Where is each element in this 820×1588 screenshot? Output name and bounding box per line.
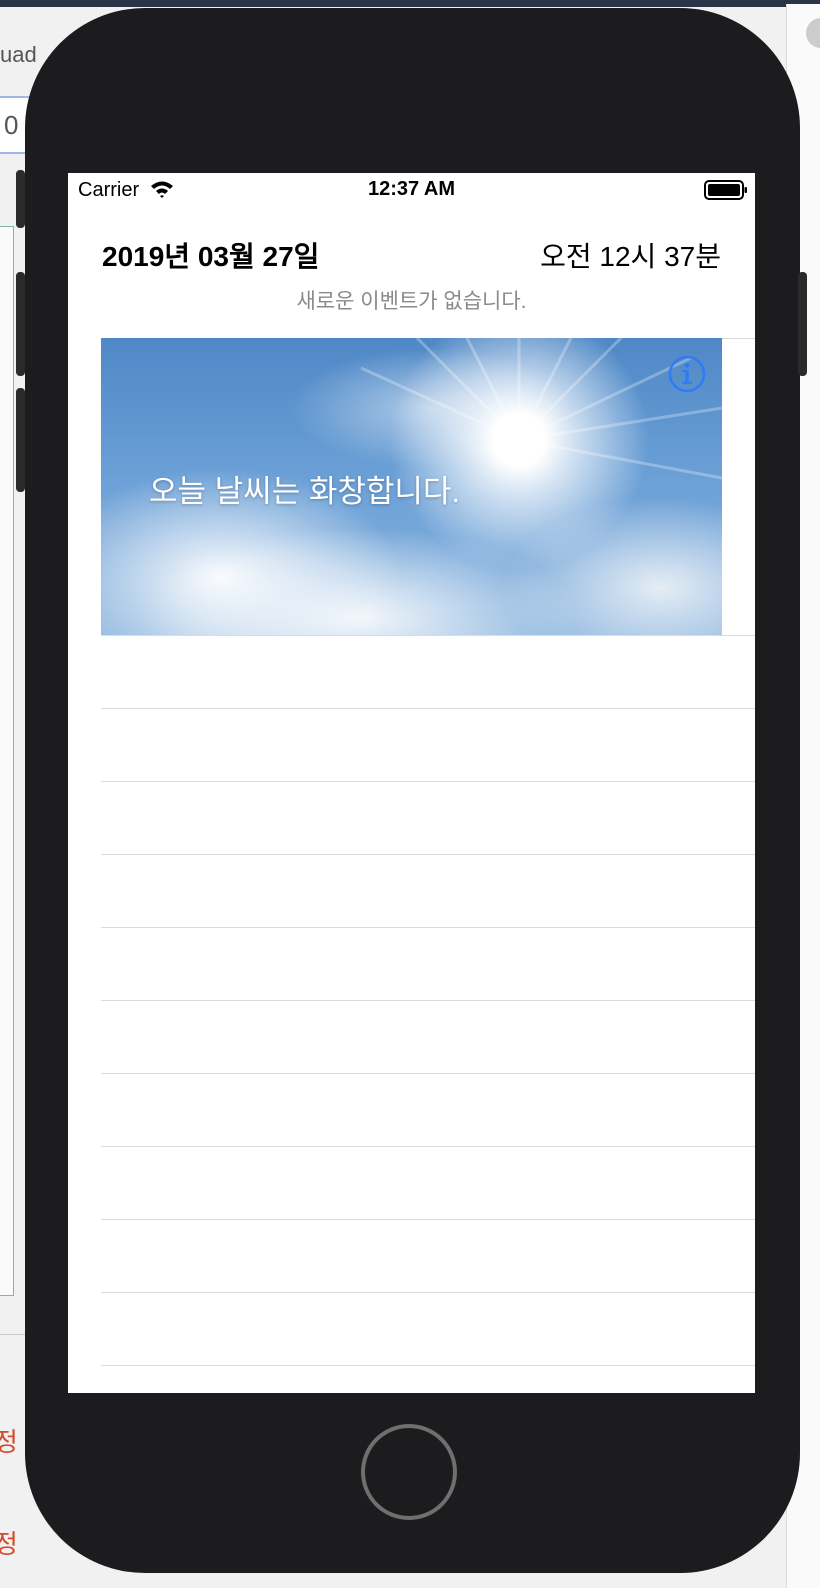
table-row-separator	[101, 1000, 755, 1001]
home-button[interactable]	[361, 1424, 457, 1520]
table-row-separator	[101, 927, 755, 928]
table-row-separator	[101, 1219, 755, 1220]
weather-message: 오늘 날씨는 화창합니다.	[149, 474, 461, 509]
table-row-separator	[101, 1073, 755, 1074]
info-icon[interactable]	[667, 354, 707, 399]
volume-down-button	[16, 388, 25, 492]
time-label: 오전 12시 37분	[540, 241, 721, 272]
power-button	[798, 272, 807, 376]
table-row-separator	[101, 781, 755, 782]
table-row-separator	[101, 708, 755, 709]
desktop-top-bar	[0, 0, 820, 7]
battery-icon	[704, 180, 748, 205]
status-time: 12:37 AM	[367, 178, 456, 200]
table-row-separator	[101, 854, 755, 855]
app-screen: Carrier 12:37 AM 2019년 03월 27일 오전 12시 37…	[68, 173, 755, 1393]
status-bar: Carrier 12:37 AM	[68, 173, 755, 209]
background-red-text: 정	[0, 1529, 18, 1559]
background-outline-box	[0, 226, 14, 1296]
background-red-text: 정	[0, 1427, 18, 1457]
background-partial-text: uad	[0, 42, 37, 67]
table-row-separator	[101, 1146, 755, 1147]
table-row-separator	[101, 635, 755, 636]
date-label: 2019년 03월 27일	[102, 241, 320, 272]
volume-up-button	[16, 272, 25, 376]
table-row-separator	[101, 1292, 755, 1293]
cell-separator	[722, 338, 755, 339]
background-field-text: 0	[4, 110, 19, 140]
weather-card[interactable]: 오늘 날씨는 화창합니다.	[101, 338, 722, 635]
event-status-label: 새로운 이벤트가 없습니다.	[296, 290, 527, 313]
mute-switch	[16, 170, 25, 228]
table-row-separator	[101, 1365, 755, 1366]
